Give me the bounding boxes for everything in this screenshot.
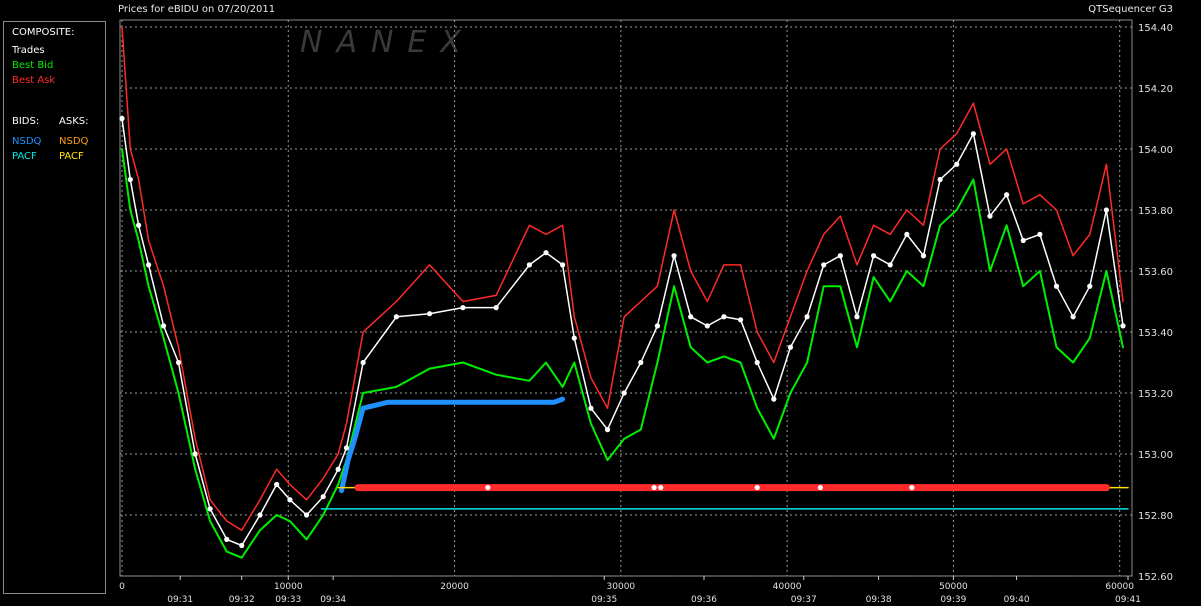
trade-point <box>1053 283 1060 289</box>
trade-point <box>493 305 499 311</box>
y-tick-label: 153.60 <box>1138 267 1173 278</box>
trade-point <box>688 314 694 320</box>
trade-point <box>427 311 433 317</box>
trade-point <box>987 213 993 219</box>
trade-point <box>909 484 915 491</box>
y-tick-label: 153.80 <box>1138 206 1173 217</box>
trade-point <box>671 253 677 259</box>
time-label: 09:34 <box>320 595 346 605</box>
trade-point <box>136 222 142 228</box>
x-tick-label: 0 <box>119 582 125 592</box>
trade-point <box>817 484 823 491</box>
trade-point <box>274 481 280 488</box>
time-label: 09:38 <box>866 595 892 605</box>
trade-point <box>460 305 466 311</box>
trade-point <box>920 253 927 259</box>
trade-point <box>207 506 213 512</box>
trade-point <box>543 250 549 256</box>
trade-point <box>1120 323 1126 329</box>
trade-point <box>870 253 877 259</box>
trade-point <box>621 390 627 396</box>
trade-point <box>970 131 976 137</box>
x-tick-label: 60000 <box>1105 582 1134 592</box>
trade-point <box>804 314 810 320</box>
trade-point <box>854 314 860 320</box>
trade-point <box>287 497 293 503</box>
x-tick-label: 40000 <box>773 582 802 592</box>
price-chart: NANEX 154.40 154.20 154.00 153.80 153.60 153.… <box>119 19 1173 605</box>
trade-point <box>837 253 843 259</box>
watermark: NANEX <box>300 25 475 60</box>
x-tick-label: 30000 <box>607 582 636 592</box>
trade-point <box>560 262 566 268</box>
trade-point <box>192 451 198 457</box>
trade-point <box>224 536 230 543</box>
trade-point <box>721 314 727 320</box>
trade-point <box>704 323 710 329</box>
trade-point <box>588 405 594 411</box>
trade-point <box>754 359 760 366</box>
x-tick-label: 50000 <box>939 582 968 592</box>
time-label: 09:36 <box>691 595 717 605</box>
trade-point <box>651 484 657 491</box>
trade-point <box>821 262 827 268</box>
time-label: 09:32 <box>229 595 255 605</box>
trade-point <box>160 323 167 329</box>
trade-point <box>343 445 350 451</box>
trade-point <box>737 317 744 323</box>
trade-point <box>1037 231 1043 237</box>
trade-point <box>239 542 245 549</box>
x-tick-label: 20000 <box>440 582 469 592</box>
trade-point <box>954 161 960 167</box>
trade-point <box>1070 314 1076 320</box>
trade-point <box>1004 192 1010 198</box>
trade-point <box>485 484 491 491</box>
y-tick-label: 154.00 <box>1138 145 1173 156</box>
trade-point <box>303 512 310 518</box>
y-tick-label: 154.20 <box>1138 84 1173 95</box>
trade-point <box>127 176 133 183</box>
x-tick-label: 10000 <box>274 582 303 592</box>
trade-point <box>175 359 182 366</box>
y-tick-label: 154.40 <box>1138 23 1173 34</box>
y-tick-label: 153.40 <box>1138 328 1173 339</box>
time-label: 09:39 <box>940 595 966 605</box>
trade-point <box>146 262 152 268</box>
trade-point <box>1020 237 1026 244</box>
time-label: 09:35 <box>591 595 617 605</box>
trade-point <box>904 231 910 237</box>
trade-point <box>119 115 125 122</box>
trade-point <box>360 359 366 366</box>
trade-point <box>335 466 341 472</box>
trade-point <box>257 512 263 518</box>
trade-point <box>320 494 326 500</box>
y-tick-label: 152.60 <box>1138 572 1173 583</box>
trade-point <box>754 484 760 491</box>
trade-point <box>604 427 611 433</box>
trade-point <box>571 335 577 341</box>
time-label: 09:40 <box>1004 595 1030 605</box>
time-label: 09:41 <box>1115 595 1141 605</box>
trade-point <box>1087 283 1093 289</box>
trade-point <box>771 396 777 402</box>
time-label: 09:37 <box>791 595 817 605</box>
y-tick-label: 152.80 <box>1138 511 1173 522</box>
trade-point <box>937 176 943 183</box>
trade-point <box>887 262 893 268</box>
trade-point <box>787 344 794 350</box>
trade-point <box>393 314 399 320</box>
trade-point <box>526 262 532 268</box>
y-tick-label: 153.00 <box>1138 450 1173 461</box>
trade-point <box>638 359 644 366</box>
trade-point <box>658 484 664 491</box>
trade-point <box>654 323 661 329</box>
time-label: 09:33 <box>275 595 301 605</box>
y-tick-label: 153.20 <box>1138 389 1173 400</box>
trade-point <box>1103 207 1109 213</box>
time-label: 09:31 <box>167 595 193 605</box>
